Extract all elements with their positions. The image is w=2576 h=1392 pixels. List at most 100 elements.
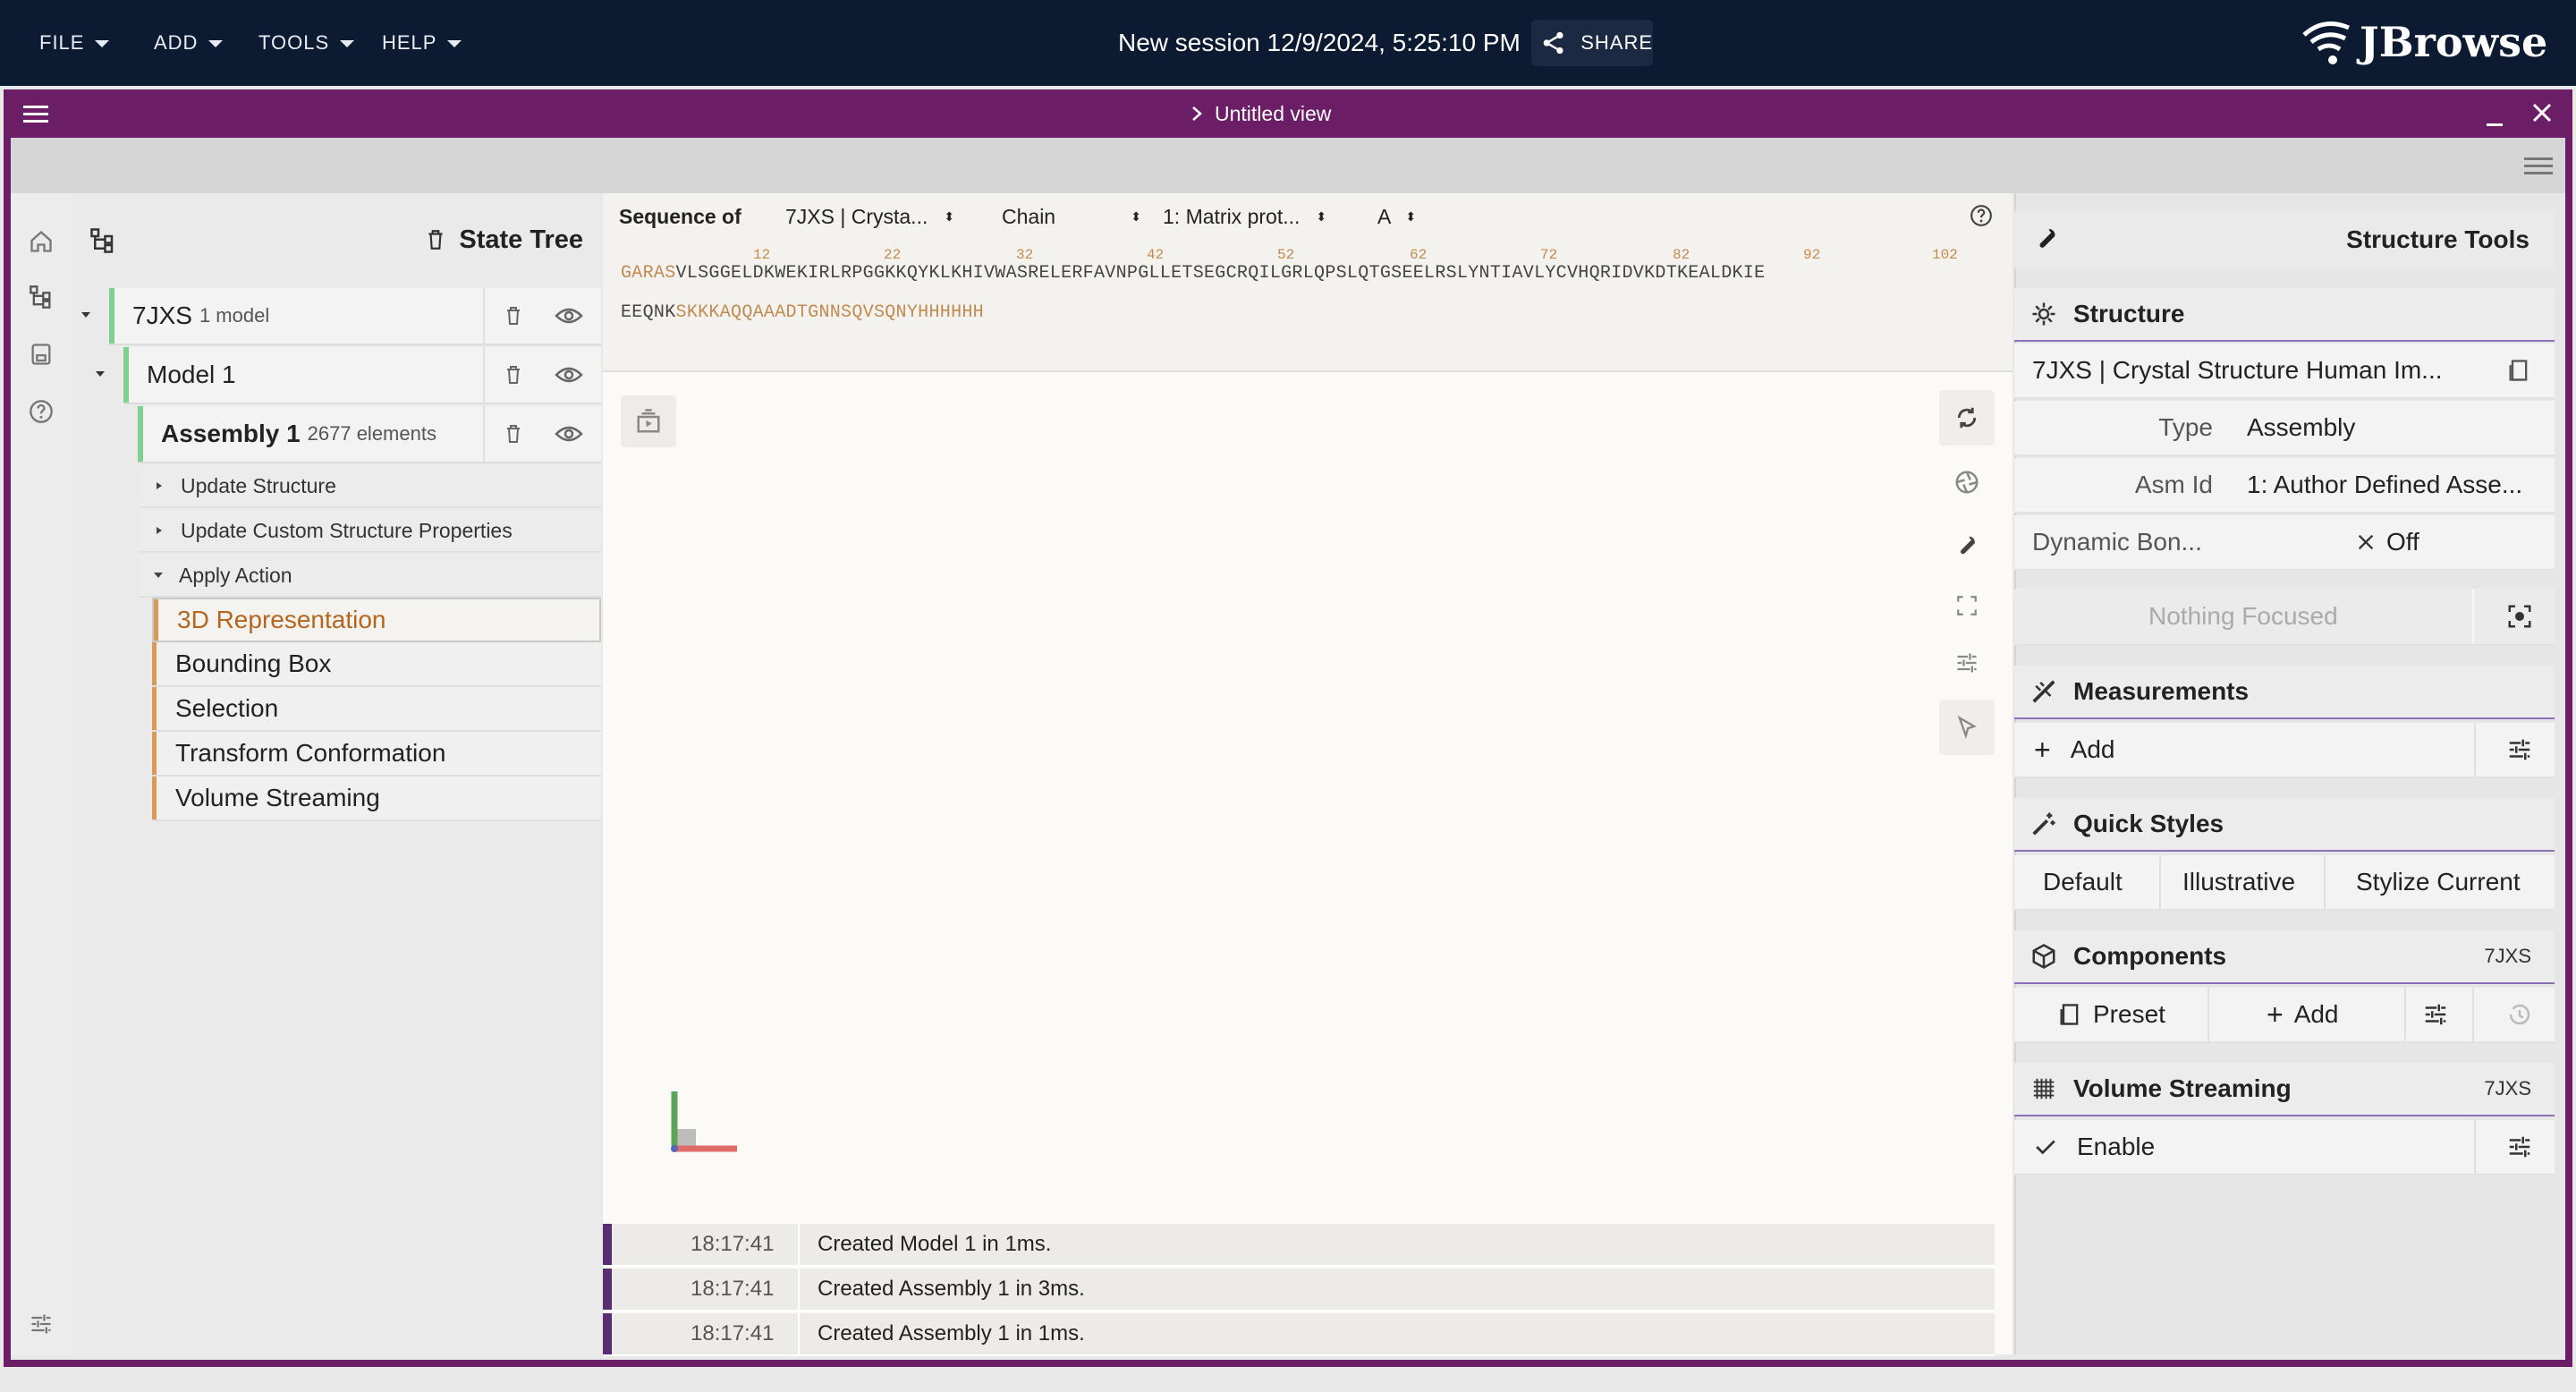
- trash-icon[interactable]: [503, 304, 524, 327]
- state-tree-header: State Tree: [72, 211, 601, 268]
- tree-node-model-1[interactable]: Model 1: [123, 347, 601, 404]
- trash-icon[interactable]: [424, 227, 447, 252]
- log-time: 18:17:41: [691, 1321, 775, 1345]
- eye-icon[interactable]: [555, 424, 583, 444]
- chain-id-select[interactable]: A ⬍: [1377, 205, 1431, 229]
- reset-camera-button[interactable]: [1939, 390, 1995, 446]
- quick-style-default[interactable]: Default: [2043, 868, 2123, 896]
- apply-action[interactable]: Apply Action: [140, 555, 601, 598]
- volume-streaming-option[interactable]: Volume Streaming: [152, 777, 601, 821]
- help-icon[interactable]: [1970, 204, 1993, 227]
- minimize-icon[interactable]: [2485, 107, 2504, 127]
- settings-sliders-icon[interactable]: [14, 1306, 68, 1342]
- quick-style-stylize-current[interactable]: Stylize Current: [2356, 868, 2521, 896]
- enable-volume-row[interactable]: Enable: [2014, 1120, 2555, 1176]
- update-custom-properties-action[interactable]: Update Custom Structure Properties: [140, 510, 601, 553]
- measurements-section-header[interactable]: Measurements: [2014, 666, 2555, 719]
- volume-streaming-section-header[interactable]: Volume Streaming 7JXS: [2014, 1063, 2555, 1116]
- animation-toggle[interactable]: [621, 395, 676, 447]
- eye-icon[interactable]: [555, 306, 583, 326]
- log-message: Created Assembly 1 in 3ms.: [818, 1277, 1085, 1301]
- structure-selector[interactable]: 7JXS | Crystal Structure Human Im...: [2014, 344, 2555, 399]
- updown-icon: ⬍: [1131, 208, 1141, 224]
- add-component-button[interactable]: + Add: [2267, 998, 2339, 1031]
- wrench-icon: [1960, 536, 1975, 555]
- type-row: Type Assembly: [2014, 401, 2555, 456]
- close-icon[interactable]: [2531, 102, 2553, 123]
- eye-icon[interactable]: [555, 365, 583, 385]
- seq-unmodeled: SKKKAQQAAADTGNNSQVSQNYHHHHHH: [675, 302, 984, 323]
- hamburger-menu-icon[interactable]: [23, 103, 48, 124]
- add-menu-label: ADD: [154, 31, 199, 54]
- node-meta: 2677 elements: [307, 422, 436, 445]
- sliders-icon[interactable]: [2506, 736, 2533, 763]
- state-tree-icon[interactable]: [89, 227, 116, 254]
- transform-conformation-option[interactable]: Transform Conformation: [152, 732, 601, 777]
- expand-toggle[interactable]: [79, 308, 97, 326]
- help-menu-label: HELP: [382, 31, 437, 54]
- cursor-icon: [1957, 715, 1978, 740]
- controls-button[interactable]: [1939, 635, 1995, 691]
- action-label: Update Structure: [181, 473, 336, 497]
- sequence-line-2[interactable]: EEQNKSKKKAQQAAADTGNNSQVSQNYHHHHHH: [621, 302, 984, 323]
- seq-number: 82: [1673, 247, 1690, 263]
- save-icon[interactable]: [14, 336, 68, 372]
- sliders-icon[interactable]: [2506, 1133, 2533, 1160]
- focus-icon[interactable]: [2506, 603, 2533, 630]
- structure-select[interactable]: 7JXS | Crysta... ⬍: [785, 205, 1002, 229]
- chevron-down-icon: [340, 40, 355, 47]
- nothing-focused-text: Nothing Focused: [2148, 602, 2338, 630]
- help-icon[interactable]: [14, 394, 68, 429]
- add-menu[interactable]: ADD: [154, 0, 224, 86]
- log-entry: 18:17:41 Created Assembly 1 in 1ms.: [603, 1313, 1995, 1356]
- view-title[interactable]: Untitled view: [1190, 89, 1331, 138]
- expand-toggle[interactable]: [93, 367, 111, 385]
- sequence-line-1[interactable]: GARASVLSGGELDKWEKIRLRPGGKKQYKLKHIVWASREL…: [621, 263, 1765, 284]
- screenshot-button[interactable]: [1939, 454, 1995, 510]
- tools-menu-label: TOOLS: [258, 31, 330, 54]
- update-structure-action[interactable]: Update Structure: [140, 465, 601, 508]
- file-menu[interactable]: FILE: [39, 0, 110, 86]
- rep-label: Transform Conformation: [175, 739, 446, 767]
- structure-name: 7JXS | Crystal Structure Human Im...: [2032, 356, 2443, 384]
- home-icon[interactable]: [14, 224, 68, 259]
- chain-mode-select[interactable]: Chain ⬍: [1002, 205, 1163, 229]
- trash-icon[interactable]: [503, 422, 524, 446]
- components-section-header[interactable]: Components 7JXS: [2014, 930, 2555, 984]
- structure-section-header[interactable]: Structure: [2014, 288, 2555, 342]
- jbrowse-logo: JBrowse: [2297, 13, 2547, 72]
- help-menu[interactable]: HELP: [382, 0, 462, 86]
- representation-3d-option[interactable]: 3D Representation: [152, 598, 601, 642]
- add-measurement-row[interactable]: + Add: [2014, 723, 2555, 778]
- sliders-icon[interactable]: [2422, 1001, 2449, 1028]
- selection-mode-button[interactable]: [1939, 700, 1995, 755]
- seq-number: 12: [753, 247, 771, 263]
- quick-style-illustrative[interactable]: Illustrative: [2182, 868, 2295, 896]
- seq-number: 22: [884, 247, 902, 263]
- share-button[interactable]: SHARE: [1531, 20, 1653, 66]
- cube-icon: [2032, 944, 2055, 969]
- entity-select[interactable]: 1: Matrix prot... ⬍: [1163, 205, 1377, 229]
- tree-node-7jxs[interactable]: 7JXS 1 model: [109, 288, 601, 345]
- dynamic-bonds-label: Dynamic Bon...: [2032, 528, 2202, 556]
- selection-option[interactable]: Selection: [152, 687, 601, 732]
- bounding-box-option[interactable]: Bounding Box: [152, 642, 601, 687]
- quick-styles-section-header[interactable]: Quick Styles: [2014, 798, 2555, 852]
- structure-select-value: 7JXS | Crysta...: [785, 204, 928, 228]
- dynamic-bonds-toggle[interactable]: Off: [2356, 528, 2419, 556]
- quick-styles-title: Quick Styles: [2073, 810, 2224, 837]
- tree-node-assembly-1[interactable]: Assembly 1 2677 elements: [138, 406, 601, 463]
- chain-mode-value: Chain: [1002, 204, 1056, 228]
- type-value[interactable]: Assembly: [2247, 413, 2355, 442]
- state-tree-icon[interactable]: [14, 279, 68, 315]
- expand-button[interactable]: [1939, 578, 1995, 633]
- session-title[interactable]: New session 12/9/2024, 5:25:10 PM: [1118, 0, 1521, 86]
- quick-styles-row: Default Illustrative Stylize Current: [2014, 855, 2555, 911]
- bookmark-icon[interactable]: [2506, 357, 2531, 384]
- preset-button[interactable]: Preset: [2057, 1000, 2165, 1029]
- trash-icon[interactable]: [503, 363, 524, 386]
- asm-id-value[interactable]: 1: Author Defined Asse...: [2247, 471, 2522, 499]
- settings-button[interactable]: [1939, 519, 1995, 574]
- history-icon[interactable]: [2506, 1001, 2533, 1028]
- tools-menu[interactable]: TOOLS: [258, 0, 355, 86]
